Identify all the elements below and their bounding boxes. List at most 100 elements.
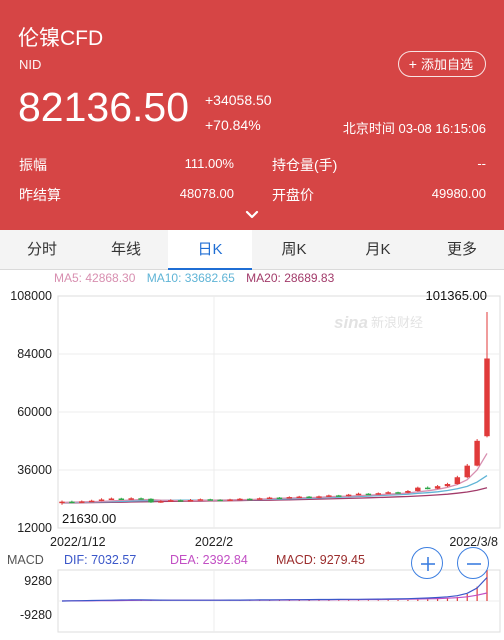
candle-body — [227, 499, 233, 501]
macd-tick-bottom: -9280 — [20, 608, 52, 622]
dif-line — [61, 577, 488, 602]
price-axis-tick: 36000 — [17, 463, 52, 477]
stat-prev-settle-value: 48078.00 — [179, 186, 234, 201]
ma5-value: MA5: 42868.30 — [54, 271, 136, 285]
period-tabs: 分时 年线 日K 周K 月K 更多 — [0, 230, 504, 270]
candle-body — [296, 496, 302, 499]
candle-body — [306, 496, 312, 499]
quote-header: 伦镍CFD NID + 添加自选 82136.50 +34058.50 +70.8… — [0, 0, 504, 230]
candle-body — [207, 499, 213, 501]
candle-body — [187, 499, 194, 502]
candle-body — [434, 486, 441, 489]
kline-chart-area[interactable]: MA5: 42868.30 MA10: 33682.65 MA20: 28689… — [0, 270, 504, 640]
plus-icon: + — [408, 56, 417, 72]
candle-body — [247, 498, 253, 501]
date-axis-tick: 2022/2 — [195, 535, 233, 549]
candle-body — [444, 484, 451, 487]
candle-body — [345, 494, 352, 497]
max-price-label: 101365.00 — [426, 288, 487, 303]
instrument-title: 伦镍CFD — [18, 27, 104, 50]
macd-dif-value: DIF: 7032.57 — [64, 553, 136, 567]
stat-open-interest-value: -- — [477, 156, 486, 171]
candle-body — [375, 493, 381, 495]
candle-body — [326, 495, 332, 497]
tab-daily-k[interactable]: 日K — [168, 230, 252, 270]
macd-title: MACD — [7, 553, 44, 567]
tab-monthly-k[interactable]: 月K — [336, 230, 420, 270]
candle-body — [355, 493, 362, 496]
stat-amplitude-value: 111.00% — [184, 156, 234, 171]
candle-body — [237, 498, 243, 501]
stat-open-price-label: 开盘价 — [272, 187, 314, 203]
candle-body — [197, 499, 204, 501]
ma10-value: MA10: 33682.65 — [146, 271, 235, 285]
price-axis-labels: 108000 84000 60000 36000 12000 — [10, 289, 52, 535]
candle-body — [128, 498, 134, 500]
candle-body — [395, 492, 401, 494]
candle-body — [88, 500, 95, 503]
stat-open-interest-label: 持仓量(手) — [272, 157, 338, 173]
candle-body — [286, 497, 293, 499]
tab-more[interactable]: 更多 — [420, 230, 504, 270]
tab-intraday[interactable]: 分时 — [0, 230, 84, 270]
candle-body — [158, 501, 164, 503]
price-axis-tick: 108000 — [10, 289, 52, 303]
candle-body — [108, 498, 115, 501]
candle-body — [118, 498, 125, 501]
plus-icon — [421, 557, 435, 571]
date-axis-tick: 2022/1/12 — [50, 535, 106, 549]
candle-body — [138, 498, 144, 500]
candle-body — [177, 500, 184, 502]
price-axis-tick: 12000 — [17, 521, 52, 535]
candle-body — [98, 499, 105, 501]
macd-dea-value: DEA: 2392.84 — [170, 553, 248, 567]
change-percent: +70.84% — [205, 117, 261, 133]
candle-body — [168, 500, 174, 502]
candle-body — [59, 501, 65, 504]
last-price: 82136.50 — [18, 84, 190, 130]
zoom-in-button[interactable] — [411, 547, 443, 579]
ma20-value: MA20: 28689.83 — [246, 271, 335, 285]
candle-body — [365, 493, 372, 496]
candle-body — [474, 440, 480, 466]
add-watchlist-label: 添加自选 — [420, 57, 473, 72]
candle-body — [336, 495, 342, 497]
ma-lines — [61, 453, 488, 504]
svg-text:新浪财经: 新浪财经 — [371, 315, 423, 330]
candle-body — [424, 487, 431, 490]
change-absolute: +34058.50 — [205, 92, 272, 108]
svg-text:sina: sina — [334, 313, 368, 332]
instrument-code: NID — [19, 57, 42, 72]
candle-body — [415, 487, 421, 492]
candle-body — [266, 497, 273, 500]
candle-body — [79, 501, 85, 503]
tab-yearly[interactable]: 年线 — [84, 230, 168, 270]
zoom-out-button[interactable] — [457, 547, 489, 579]
stat-amplitude-label: 振幅 — [19, 157, 47, 173]
sina-watermark: sina 新浪财经 — [334, 313, 423, 332]
tab-weekly-k[interactable]: 周K — [252, 230, 336, 270]
candlestick-chart: sina 新浪财经 108000 84000 60000 36000 12000 202… — [7, 288, 501, 633]
candle-body — [484, 358, 490, 437]
chart-grid — [57, 295, 501, 529]
candle-body — [256, 498, 263, 500]
candle-body — [148, 498, 154, 503]
candle-body — [276, 497, 283, 500]
chevron-down-icon[interactable] — [244, 208, 260, 222]
candle-body — [385, 492, 391, 494]
candle-body — [405, 491, 411, 493]
price-axis-tick: 84000 — [17, 347, 52, 361]
macd-tick-top: 9280 — [24, 574, 52, 588]
ma-legend: MA5: 42868.30 MA10: 33682.65 MA20: 28689… — [54, 271, 342, 285]
add-watchlist-button[interactable]: + 添加自选 — [397, 51, 486, 77]
candle-body — [69, 501, 75, 504]
candle-body — [217, 499, 223, 502]
macd-macd-value: MACD: 9279.45 — [276, 553, 365, 567]
candle-body — [464, 465, 470, 478]
stat-prev-settle-label: 昨结算 — [19, 187, 61, 203]
ma5-line — [61, 453, 488, 504]
candles — [59, 312, 490, 505]
quote-time: 北京时间 03-08 16:15:06 — [342, 121, 486, 136]
minus-icon — [467, 563, 481, 565]
candle-body — [316, 496, 322, 498]
